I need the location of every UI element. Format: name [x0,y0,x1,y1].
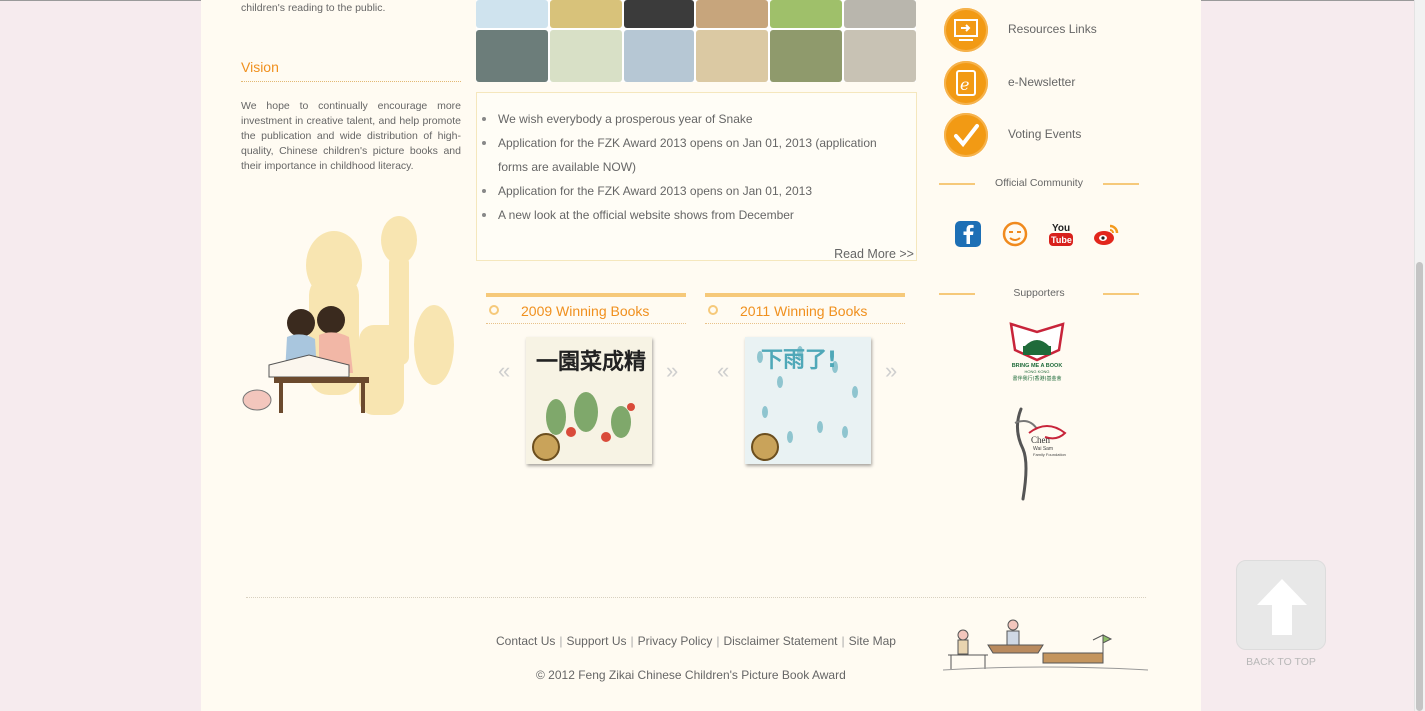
book-2009-title: 一園菜成精 [536,349,646,375]
supporters-title: Supporters [1013,287,1065,299]
footer-link-disclaimer[interactable]: Disclaimer Statement [723,634,837,648]
footer-illustration [943,619,1148,671]
read-more-link[interactable]: Read More >> [834,247,914,261]
newsletter-icon[interactable]: e [944,61,988,105]
news-item[interactable]: A new look at the official website shows… [482,203,907,227]
facebook-icon[interactable] [954,220,982,248]
tencent-weibo-icon[interactable] [1001,220,1029,248]
children-reading-illustration [242,216,454,415]
about-text-tail: children's reading to the public. [241,2,386,14]
sina-weibo-icon[interactable] [1092,220,1120,248]
footer-link-support[interactable]: Support Us [566,634,626,648]
book-cover-2009[interactable]: 一園菜成精 [526,337,652,464]
vision-text: We hope to continually encourage more in… [241,100,461,172]
chen-wai-sam-foundation-logo[interactable]: Chen Wai Sam Family Foundation [1007,403,1069,501]
svg-text:Tube: Tube [1051,235,1072,245]
book-cover-2011[interactable]: 下雨了! [745,337,871,464]
svg-text:You: You [1052,223,1070,234]
footer-link-contact[interactable]: Contact Us [496,634,555,648]
winning-books-2009: 2009 Winning Books « 一園菜成精 » [486,293,686,464]
arrow-up-icon [1257,579,1307,635]
winning-books-2011-title[interactable]: 2011 Winning Books [740,303,867,319]
footer-links: Contact Us | Support Us | Privacy Policy | Dis… [496,634,896,648]
ring-icon [708,305,718,315]
scrollbar-track[interactable] [1414,0,1425,711]
news-box: We wish everybody a prosperous year of S… [476,92,917,261]
monitor-icon[interactable] [944,8,988,52]
news-item[interactable]: Application for the FZK Award 2013 opens… [482,179,907,203]
section-header: 2011 Winning Books [705,297,905,324]
book-cover-wall[interactable] [476,0,916,82]
next-arrow-icon[interactable]: » [666,358,678,384]
ring-icon [489,305,499,315]
back-to-top-button[interactable] [1236,560,1326,650]
news-item[interactable]: We wish everybody a prosperous year of S… [482,107,907,131]
svg-text:Family Foundation: Family Foundation [1033,452,1066,457]
scrollbar-thumb[interactable] [1416,262,1423,711]
resources-links-label[interactable]: Resources Links [1008,22,1097,36]
svg-text:書伴我行(香港)基金會: 書伴我行(香港)基金會 [1013,375,1062,382]
back-to-top-label[interactable]: BACK TO TOP [1236,656,1326,668]
vision-divider [241,81,461,82]
section-header: 2009 Winning Books [486,297,686,324]
winning-books-2011: 2011 Winning Books « 下雨了! » [705,293,905,464]
svg-text:Chen: Chen [1031,435,1050,445]
prev-arrow-icon[interactable]: « [717,358,729,384]
bring-me-a-book-logo[interactable]: BRING ME A BOOK HONG KONG 書伴我行(香港)基金會 [1007,320,1067,384]
page-content: children's reading to the public. Vision… [201,0,1201,711]
news-item[interactable]: Application for the FZK Award 2013 opens… [482,131,907,179]
footer-link-sitemap[interactable]: Site Map [849,634,896,648]
youtube-icon[interactable]: You Tube [1047,220,1075,248]
svg-text:HONG KONG: HONG KONG [1025,369,1050,374]
official-community-title: Official Community [995,177,1083,189]
copyright-text: © 2012 Feng Zikai Chinese Children's Pic… [536,668,846,682]
footer-link-privacy[interactable]: Privacy Policy [638,634,713,648]
checkmark-icon[interactable] [944,113,988,157]
svg-text:e: e [960,75,969,94]
e-newsletter-label[interactable]: e-Newsletter [1008,75,1075,89]
book-2011-title: 下雨了! [761,348,837,373]
official-community-heading: Official Community [939,177,1139,191]
next-arrow-icon[interactable]: » [885,358,897,384]
voting-events-label[interactable]: Voting Events [1008,127,1081,141]
news-list: We wish everybody a prosperous year of S… [482,107,907,227]
footer-divider [246,597,1146,598]
supporters-heading: Supporters [939,287,1139,301]
prev-arrow-icon[interactable]: « [498,358,510,384]
vision-heading: Vision [241,59,279,75]
winning-books-2009-title[interactable]: 2009 Winning Books [521,303,649,319]
